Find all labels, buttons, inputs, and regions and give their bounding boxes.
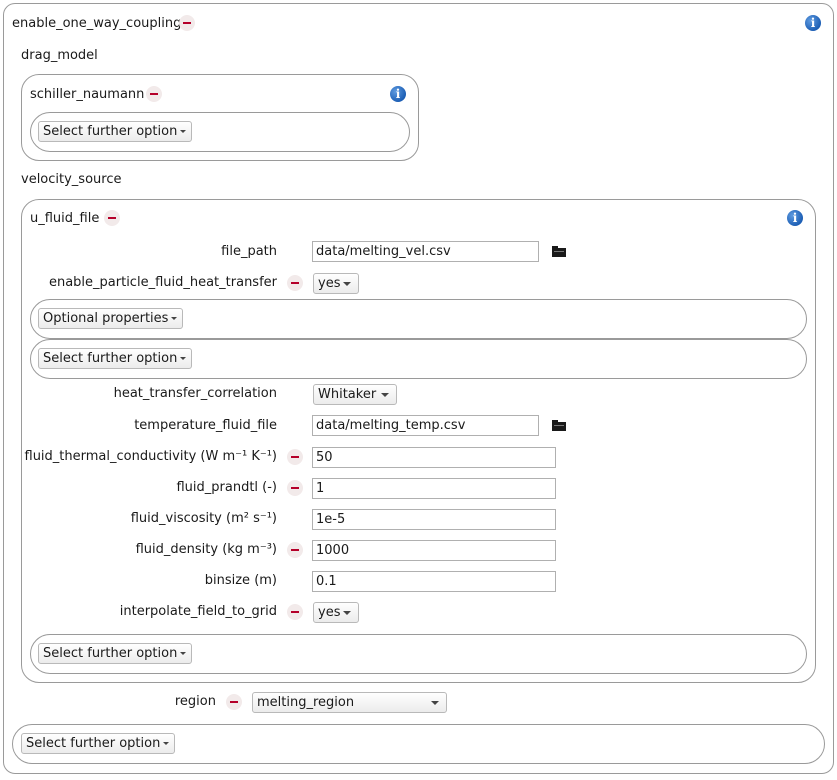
- u-fluid-file-label: u_fluid_file: [30, 211, 100, 226]
- optional-properties-button[interactable]: Optional properties: [38, 308, 184, 329]
- chevron-down-icon: [180, 130, 187, 133]
- enable-one-way-coupling-label: enable_one_way_coupling: [12, 16, 182, 31]
- chevron-down-icon: [180, 357, 187, 360]
- region-label: region: [174, 694, 216, 709]
- velocity-source-heading: velocity_source: [21, 172, 122, 187]
- file-path-label: file_path: [221, 244, 277, 259]
- info-icon[interactable]: i: [805, 15, 821, 31]
- interpolate-label: interpolate_field_to_grid: [119, 604, 277, 619]
- binsize-value: 0.1: [316, 574, 337, 589]
- temperature-fluid-file-input[interactable]: data/melting_temp.csv: [312, 415, 539, 436]
- viscosity-value: 1e-5: [316, 512, 346, 527]
- chevron-down-icon: [343, 611, 352, 615]
- binsize-input[interactable]: 0.1: [312, 571, 556, 592]
- remove-icon[interactable]: [287, 449, 303, 465]
- density-label: fluid_density (kg m⁻³): [135, 542, 277, 557]
- select-further-option-label: Select further option: [43, 124, 178, 139]
- remove-icon[interactable]: [104, 210, 120, 226]
- remove-icon[interactable]: [287, 480, 303, 496]
- temperature-fluid-file-label: temperature_fluid_file: [134, 418, 277, 433]
- prandtl-value: 1: [316, 481, 325, 496]
- interpolate-value: yes: [318, 605, 341, 620]
- heat-transfer-correlation-label: heat_transfer_correlation: [113, 386, 277, 401]
- prandtl-input[interactable]: 1: [312, 478, 556, 499]
- heat-transfer-correlation-select[interactable]: Whitaker: [313, 384, 397, 405]
- thermal-conductivity-label: fluid_thermal_conductivity (W m⁻¹ K⁻¹): [24, 449, 278, 464]
- temperature-fluid-file-value: data/melting_temp.csv: [316, 418, 466, 433]
- optional-properties-label: Optional properties: [43, 311, 169, 326]
- remove-icon[interactable]: [226, 694, 242, 710]
- remove-icon[interactable]: [179, 15, 195, 31]
- select-further-option-button[interactable]: Select further option: [21, 733, 176, 754]
- file-path-input[interactable]: data/melting_vel.csv: [312, 241, 539, 262]
- heat-transfer-correlation-value: Whitaker: [318, 387, 377, 402]
- viscosity-input[interactable]: 1e-5: [312, 509, 556, 530]
- region-select[interactable]: melting_region: [252, 692, 447, 713]
- binsize-label: binsize (m): [204, 573, 277, 588]
- chevron-down-icon: [180, 652, 187, 655]
- chevron-down-icon: [343, 282, 352, 286]
- info-icon[interactable]: i: [390, 86, 406, 102]
- chevron-down-icon: [431, 701, 439, 705]
- density-value: 1000: [316, 543, 350, 558]
- info-icon[interactable]: i: [787, 210, 803, 226]
- density-input[interactable]: 1000: [312, 540, 556, 561]
- interpolate-select[interactable]: yes: [313, 602, 360, 623]
- remove-icon[interactable]: [287, 542, 303, 558]
- remove-icon[interactable]: [287, 604, 303, 620]
- chevron-down-icon: [171, 317, 178, 320]
- remove-icon[interactable]: [146, 86, 162, 102]
- heat-transfer-label: enable_particle_fluid_heat_transfer: [48, 275, 277, 290]
- remove-icon[interactable]: [287, 275, 303, 291]
- select-further-option-label: Select further option: [43, 351, 178, 366]
- heat-transfer-select[interactable]: yes: [313, 273, 360, 294]
- select-further-option-label: Select further option: [26, 736, 161, 751]
- drag-model-heading: drag_model: [21, 48, 98, 63]
- viscosity-label: fluid_viscosity (m² s⁻¹): [130, 511, 277, 526]
- thermal-conductivity-value: 50: [316, 450, 333, 465]
- schiller-naumann-label: schiller_naumann: [30, 87, 145, 102]
- thermal-conductivity-input[interactable]: 50: [312, 447, 556, 468]
- select-further-option-label: Select further option: [43, 646, 178, 661]
- region-value: melting_region: [257, 695, 355, 710]
- heat-transfer-value: yes: [318, 276, 341, 291]
- select-further-option-button[interactable]: Select further option: [38, 121, 193, 142]
- file-path-value: data/melting_vel.csv: [316, 244, 451, 259]
- chevron-down-icon: [381, 393, 389, 397]
- select-further-option-button[interactable]: Select further option: [38, 348, 193, 369]
- prandtl-label: fluid_prandtl (-): [176, 480, 277, 495]
- select-further-option-button[interactable]: Select further option: [38, 643, 193, 664]
- folder-icon[interactable]: [552, 420, 566, 431]
- folder-icon[interactable]: [552, 246, 566, 257]
- chevron-down-icon: [163, 742, 170, 745]
